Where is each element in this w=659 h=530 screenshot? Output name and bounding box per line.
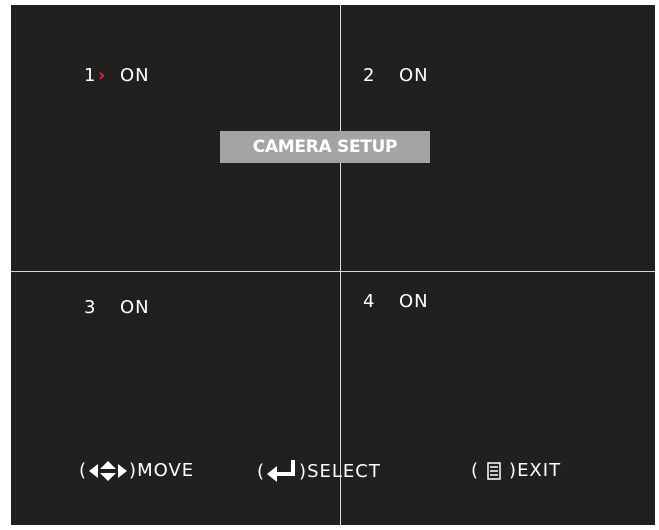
exit-hint-close-paren: ) [509, 460, 518, 481]
exit-hint-open-paren: ( [471, 460, 480, 481]
screen-title: CAMERA SETUP [220, 131, 430, 163]
camera-4-number: 4 [363, 291, 376, 312]
horizontal-divider [11, 271, 655, 272]
camera-setup-screen: 1› ON 2 ON 3 ON 4 ON CAMERA SETUP ( ) MOVE ( [11, 5, 655, 525]
move-hint-close-paren: ) [129, 460, 138, 481]
camera-3-status: ON [120, 297, 150, 318]
select-hint: ( ) SELECT [257, 460, 381, 482]
camera-1-item[interactable]: 1› ON [84, 65, 150, 86]
select-hint-label: SELECT [307, 460, 381, 482]
camera-4-status: ON [399, 291, 429, 312]
four-way-arrows-icon [89, 460, 128, 481]
move-hint-label: MOVE [137, 460, 195, 481]
menu-icon [487, 461, 501, 480]
camera-1-status: ON [120, 65, 150, 86]
camera-4-item[interactable]: 4 ON [363, 291, 429, 312]
camera-3-item[interactable]: 3 ON [84, 297, 150, 318]
selection-cursor-icon: › [98, 65, 107, 86]
camera-3-number: 3 [84, 297, 97, 318]
move-hint: ( ) MOVE [79, 460, 194, 481]
camera-2-number: 2 [363, 65, 376, 86]
exit-hint-label: EXIT [517, 460, 562, 481]
select-hint-close-paren: ) [299, 460, 308, 482]
select-hint-open-paren: ( [257, 460, 266, 482]
exit-hint: ( ) EXIT [471, 460, 561, 481]
camera-2-item[interactable]: 2 ON [363, 65, 429, 86]
vertical-divider [340, 5, 341, 525]
move-hint-open-paren: ( [79, 460, 88, 481]
camera-1-number: 1 [84, 65, 97, 86]
camera-2-status: ON [399, 65, 429, 86]
enter-key-icon [267, 460, 297, 482]
